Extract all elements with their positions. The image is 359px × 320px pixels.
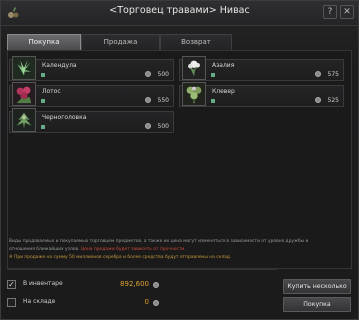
merchant-info-line: отношения ближайших узлов. Цена продажи … [9,246,352,254]
silver-coin-icon [145,123,151,129]
silver-coin-icon [153,282,159,288]
warehouse-notice: ※ При продаже на сумму 50 миллионов сере… [9,255,232,260]
item-list-panel [7,50,352,269]
item-slot-calendula[interactable]: Календула 500 [9,56,174,81]
silver-coin-icon [145,97,151,103]
tab-buy[interactable]: Покупка [7,34,81,50]
help-button[interactable]: ? [323,5,337,19]
divider [7,269,277,270]
item-slot-lotus[interactable]: Лотос 550 [9,82,174,107]
tab-sell[interactable]: Продажа [81,34,160,50]
item-grade-marker [211,99,215,103]
warehouse-label: На складе [23,298,56,305]
tab-buyback[interactable]: Возврат [160,34,232,50]
calendula-herb-icon [12,56,36,80]
durability-warning: Цена продажи будет зависеть от прочности… [80,247,186,252]
buy-button[interactable]: Покупка [283,297,351,312]
clover-herb-icon [182,82,206,106]
item-name: Календула [42,62,77,69]
item-price: 550 [157,97,169,104]
item-name: Азалия [212,62,235,69]
silver-coin-icon [315,97,321,103]
warehouse-funds-row[interactable]: На складе 0 [7,297,277,311]
inventory-checkbox[interactable]: ✓ [7,280,16,289]
item-grade-marker [41,73,45,77]
item-slot-selfheal[interactable]: Черноголовка 500 [9,108,174,133]
warehouse-silver-amount: 0 [144,298,149,306]
item-slot-clover[interactable]: Клевер 525 [179,82,344,107]
inventory-funds-row[interactable]: ✓ В инвентаре 892,600 [7,279,277,293]
relations-note: отношения ближайших узлов. [9,247,80,252]
close-button[interactable]: ✕ [340,5,354,19]
inventory-silver-amount: 892,600 [120,280,149,288]
silver-coin-icon [145,71,151,77]
inventory-label: В инвентаре [23,280,63,287]
warehouse-checkbox[interactable] [7,298,16,307]
item-name: Черноголовка [42,114,87,121]
item-price: 525 [327,97,339,104]
item-grade-marker [211,73,215,77]
item-name: Клевер [212,88,235,95]
item-grade-marker [41,125,45,129]
item-price: 575 [327,71,339,78]
item-price: 500 [157,71,169,78]
azalea-herb-icon [182,56,206,80]
merchant-info-line: Виды продаваемых и покупаемых торговцем … [9,239,309,244]
item-grade-marker [41,99,45,103]
title-bar[interactable]: <Торговец травами> Нивас ? ✕ [1,1,358,26]
buy-several-button[interactable]: Купить несколько [283,279,351,294]
merchant-window: <Торговец травами> Нивас ? ✕ Покупка Про… [0,0,359,320]
item-price: 500 [157,123,169,130]
item-name: Лотос [42,88,61,95]
silver-coin-icon [153,300,159,306]
silver-coin-icon [315,71,321,77]
selfheal-herb-icon [12,108,36,132]
item-slot-azalea[interactable]: Азалия 575 [179,56,344,81]
lotus-herb-icon [12,82,36,106]
window-title: <Торговец травами> Нивас [109,5,250,16]
